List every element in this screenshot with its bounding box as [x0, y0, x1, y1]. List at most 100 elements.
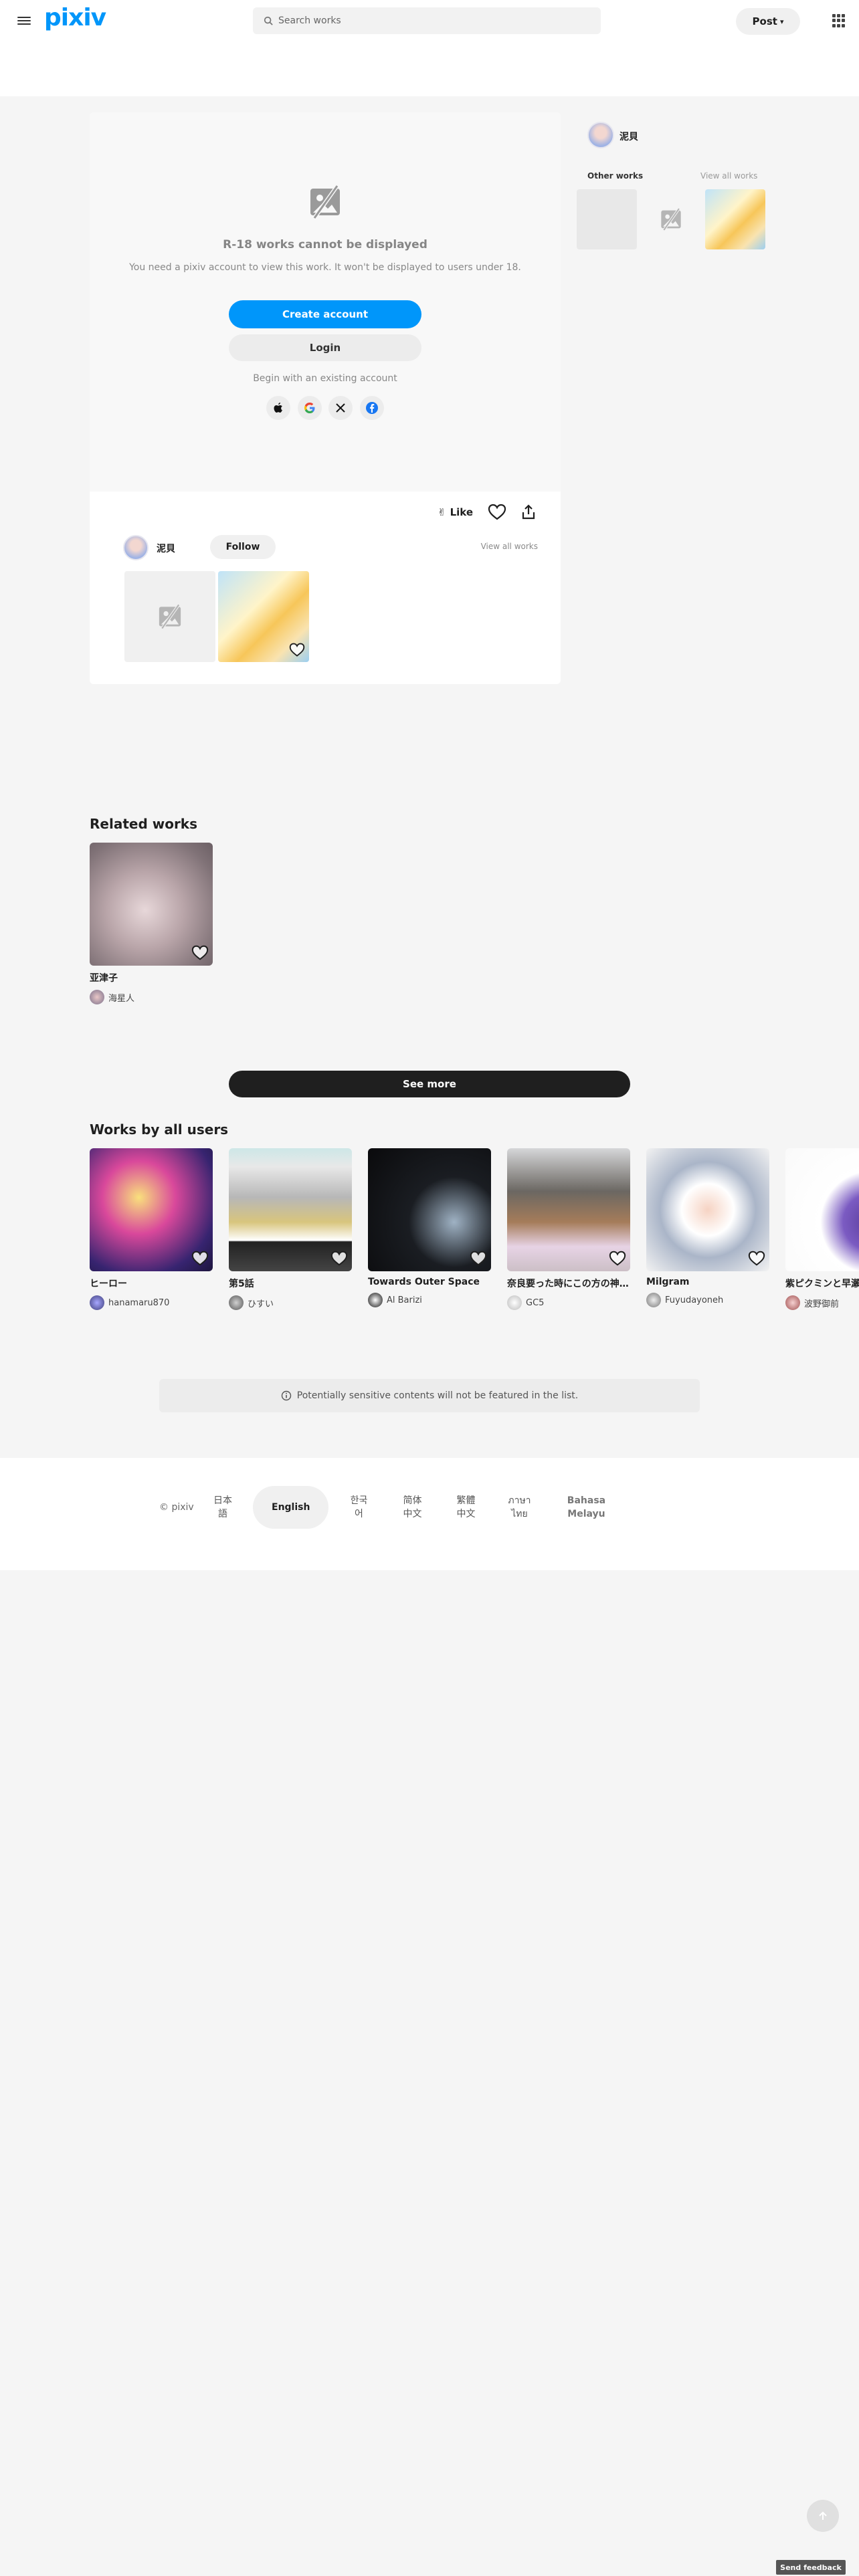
- notice-text: Potentially sensitive contents will not …: [296, 1390, 579, 1401]
- work-title[interactable]: Towards Outer Space: [368, 1277, 491, 1287]
- work-user[interactable]: GC5: [507, 1295, 630, 1310]
- search-input[interactable]: [278, 15, 573, 26]
- lang-traditional-chinese[interactable]: 繁體中文: [442, 1494, 489, 1521]
- avatar: [229, 1295, 244, 1310]
- lang-english[interactable]: English: [253, 1486, 329, 1529]
- share-icon[interactable]: [520, 504, 537, 521]
- send-feedback-button[interactable]: Send feedback: [776, 2560, 846, 2575]
- avatar: [90, 1295, 104, 1310]
- hidden-image-icon: [159, 604, 181, 629]
- follow-button[interactable]: Follow: [210, 535, 276, 559]
- lang-thai[interactable]: ภาษาไทย: [496, 1494, 543, 1521]
- sidebar-avatar[interactable]: [587, 122, 614, 148]
- user-name: Fuyudayoneh: [665, 1295, 724, 1305]
- avatar: [90, 990, 104, 1004]
- user-name: 海星人: [108, 993, 135, 1004]
- lang-simplified-chinese[interactable]: 简体中文: [389, 1494, 436, 1521]
- heart-icon[interactable]: [748, 1250, 765, 1267]
- work-user[interactable]: 波野御前: [785, 1295, 859, 1310]
- search-bar[interactable]: [253, 7, 601, 34]
- apple-icon[interactable]: [266, 396, 290, 420]
- apps-grid-icon[interactable]: [832, 14, 846, 27]
- search-icon: [264, 16, 273, 25]
- copyright: © pixiv: [159, 1502, 194, 1513]
- create-account-button[interactable]: Create account: [229, 300, 421, 328]
- post-button[interactable]: Post ▾: [736, 8, 800, 35]
- x-icon[interactable]: [328, 396, 353, 420]
- work-thumbnail[interactable]: [90, 1148, 213, 1271]
- info-icon: [281, 1390, 291, 1401]
- work-thumbnail[interactable]: [90, 843, 213, 966]
- works-by-all-row: ヒーロー hanamaru870 第5話 ひすい Towards Outer S…: [90, 1148, 859, 1310]
- author-name[interactable]: 泥貝: [157, 542, 175, 555]
- sensitive-content-notice: Potentially sensitive contents will not …: [159, 1379, 700, 1412]
- work-thumbnail[interactable]: [229, 1148, 352, 1271]
- user-name: GC5: [526, 1297, 545, 1308]
- user-name: ひすい: [248, 1299, 274, 1309]
- works-by-all-title: Works by all users: [90, 1121, 229, 1138]
- sidebar-view-all-link[interactable]: View all works: [700, 171, 757, 181]
- work-card[interactable]: Milgram Fuyudayoneh: [646, 1148, 769, 1310]
- top-header: pixiv Post ▾: [0, 0, 859, 96]
- work-thumbnail[interactable]: [785, 1148, 859, 1271]
- sidebar-other-works: [577, 189, 765, 249]
- restricted-title: R-18 works cannot be displayed: [223, 238, 427, 251]
- heart-icon[interactable]: [609, 1250, 626, 1267]
- like-button[interactable]: ✌ Like: [438, 506, 473, 518]
- view-all-works-link[interactable]: View all works: [481, 542, 538, 551]
- work-card[interactable]: Towards Outer Space Al Barizi: [368, 1148, 491, 1310]
- work-thumbnail[interactable]: [577, 189, 637, 249]
- scroll-to-top-button[interactable]: [807, 2500, 839, 2532]
- work-user[interactable]: 海星人: [90, 990, 213, 1004]
- work-thumbnail[interactable]: [646, 1148, 769, 1271]
- hidden-work-thumbnail[interactable]: [124, 571, 215, 662]
- user-name: Al Barizi: [387, 1295, 422, 1305]
- work-user[interactable]: Al Barizi: [368, 1293, 491, 1307]
- see-more-button[interactable]: See more: [229, 1071, 630, 1097]
- heart-icon[interactable]: [191, 944, 209, 962]
- avatar[interactable]: [123, 535, 149, 560]
- work-thumbnail[interactable]: [507, 1148, 630, 1271]
- work-title[interactable]: Milgram: [646, 1277, 769, 1287]
- bookmark-heart-icon[interactable]: [488, 503, 506, 522]
- heart-icon[interactable]: [470, 1250, 487, 1267]
- login-button[interactable]: Login: [229, 334, 421, 361]
- work-user[interactable]: ひすい: [229, 1295, 352, 1310]
- work-card[interactable]: ヒーロー hanamaru870: [90, 1148, 213, 1310]
- work-title[interactable]: 紫ピクミンと早瀬: [785, 1277, 859, 1290]
- pixiv-logo[interactable]: pixiv: [44, 4, 106, 31]
- work-card[interactable]: 奈良要った時にこの方の神… GC5: [507, 1148, 630, 1310]
- hidden-work-thumbnail[interactable]: [641, 189, 701, 249]
- work-title[interactable]: 奈良要った時にこの方の神…: [507, 1277, 630, 1290]
- heart-icon[interactable]: [330, 1250, 348, 1267]
- lang-korean[interactable]: 한국어: [335, 1494, 382, 1521]
- work-thumbnail[interactable]: [705, 189, 765, 249]
- facebook-icon[interactable]: [359, 396, 384, 420]
- work-user[interactable]: Fuyudayoneh: [646, 1293, 769, 1307]
- heart-icon[interactable]: [289, 642, 305, 658]
- artwork-actions: ✌ Like: [438, 499, 537, 526]
- work-card[interactable]: 第5話 ひすい: [229, 1148, 352, 1310]
- work-thumbnail[interactable]: [368, 1148, 491, 1271]
- related-work-card[interactable]: 亚津子 海星人: [90, 843, 213, 1004]
- work-title[interactable]: ヒーロー: [90, 1277, 213, 1290]
- arrow-up-icon: [819, 2511, 827, 2520]
- author-row: 泥貝 Follow View all works: [123, 534, 538, 562]
- lang-japanese[interactable]: 日本語: [199, 1494, 246, 1521]
- avatar: [785, 1295, 800, 1310]
- artwork-card: R-18 works cannot be displayed You need …: [90, 112, 561, 684]
- work-title[interactable]: 亚津子: [90, 971, 213, 984]
- work-card[interactable]: 紫ピクミンと早瀬 波野御前: [785, 1148, 859, 1310]
- menu-icon[interactable]: [17, 15, 31, 28]
- hidden-image-icon: [661, 207, 681, 231]
- work-title[interactable]: 第5話: [229, 1277, 352, 1290]
- heart-icon[interactable]: [191, 1250, 209, 1267]
- author-works-row: [124, 571, 309, 662]
- sidebar-author-name[interactable]: 泥貝: [619, 130, 638, 143]
- thumbs-up-icon: ✌: [438, 506, 446, 518]
- work-user[interactable]: hanamaru870: [90, 1295, 213, 1310]
- lang-malay[interactable]: Bahasa Melayu: [549, 1494, 623, 1521]
- google-icon[interactable]: [297, 396, 322, 420]
- social-login-row: [266, 396, 384, 420]
- work-thumbnail[interactable]: [218, 571, 309, 662]
